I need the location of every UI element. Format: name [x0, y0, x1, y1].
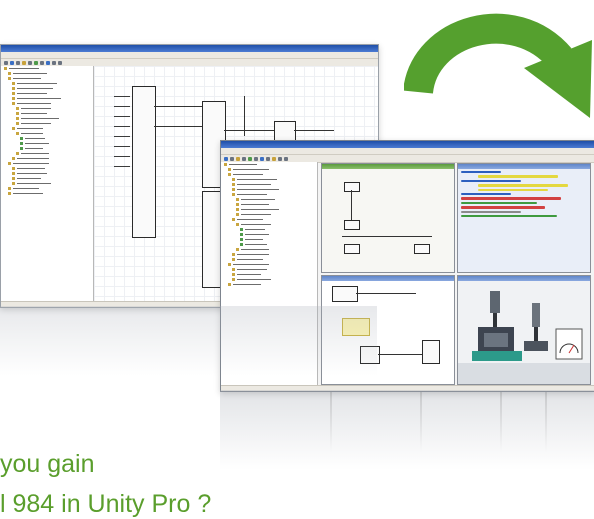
wire [224, 130, 274, 131]
pin-list [114, 116, 130, 118]
code-pane [457, 163, 591, 273]
toolbar-icon [10, 60, 14, 65]
code-line [461, 214, 557, 218]
window-reflection [220, 390, 594, 470]
toolbar-icon [248, 156, 252, 161]
wire [351, 190, 352, 220]
project-browser [221, 162, 318, 385]
function-block [360, 346, 380, 364]
reflection-streak [330, 392, 332, 452]
toolbar-icon [4, 60, 8, 65]
sfc-pane [321, 163, 455, 273]
unity-pro-window [220, 140, 594, 392]
toolbar-icon [266, 156, 270, 161]
toolbar-icon [230, 156, 234, 161]
toolbar-icon [278, 156, 282, 161]
toolbar-icon [28, 60, 32, 65]
toolbar-icon [242, 156, 246, 161]
toolbar-icon [272, 156, 276, 161]
function-block [342, 318, 370, 336]
pane-titlebar [322, 276, 454, 281]
wire [294, 130, 334, 131]
tree-item [228, 282, 317, 287]
code-line [461, 201, 537, 205]
toolbar-icon [40, 60, 44, 65]
code-line [461, 192, 511, 196]
pin-list [114, 166, 130, 168]
sfc-step [414, 244, 430, 254]
pin-list [114, 106, 130, 108]
function-block [274, 121, 296, 141]
headline-line-1: you gain [0, 450, 95, 478]
pane-titlebar [322, 164, 454, 169]
project-tree [1, 66, 94, 301]
toolbar-icon [260, 156, 264, 161]
code-line [478, 175, 558, 178]
wire [154, 126, 202, 127]
sfc-step [344, 244, 360, 254]
menu-bar [1, 52, 378, 59]
reflection-streak [545, 392, 547, 452]
function-block [132, 86, 156, 238]
menu-bar [221, 148, 594, 155]
function-block [332, 286, 358, 302]
code-line [478, 188, 548, 191]
wire [378, 354, 422, 355]
pin-list [114, 136, 130, 138]
code-line [461, 197, 561, 200]
toolbar-icon [16, 60, 20, 65]
tree-item [8, 191, 93, 196]
operator-screen-pane [457, 275, 591, 385]
sfc-step [344, 220, 360, 230]
toolbar-icon [224, 156, 228, 161]
wire [154, 106, 202, 107]
headline-line-2: l 984 in Unity Pro ? [0, 490, 212, 518]
code-line [461, 206, 545, 209]
wire [356, 293, 416, 294]
toolbar-icon [284, 156, 288, 161]
pane-titlebar [458, 164, 590, 169]
machine-graphic [458, 291, 590, 384]
toolbar-icon [46, 60, 50, 65]
sfc-step [344, 182, 360, 192]
wire [342, 236, 432, 237]
toolbar-icon [58, 60, 62, 65]
fbd-pane [321, 275, 455, 385]
toolbar-icon [254, 156, 258, 161]
function-block [422, 340, 440, 364]
pin-list [114, 156, 130, 158]
code-line [478, 184, 568, 187]
window-titlebar [221, 141, 594, 148]
reflection-streak [420, 392, 422, 452]
toolbar-icon [236, 156, 240, 161]
toolbar-icon [52, 60, 56, 65]
toolbar-icon [34, 60, 38, 65]
pin-list [114, 126, 130, 128]
pin-list [114, 146, 130, 148]
window-titlebar [1, 45, 378, 52]
code-line [461, 171, 501, 174]
status-bar [221, 385, 594, 391]
toolbar-icon [22, 60, 26, 65]
reflection-streak [500, 392, 502, 452]
code-line [461, 179, 521, 183]
curved-arrow-icon [404, 13, 592, 118]
pin-list [114, 96, 130, 98]
code-line [461, 210, 521, 213]
